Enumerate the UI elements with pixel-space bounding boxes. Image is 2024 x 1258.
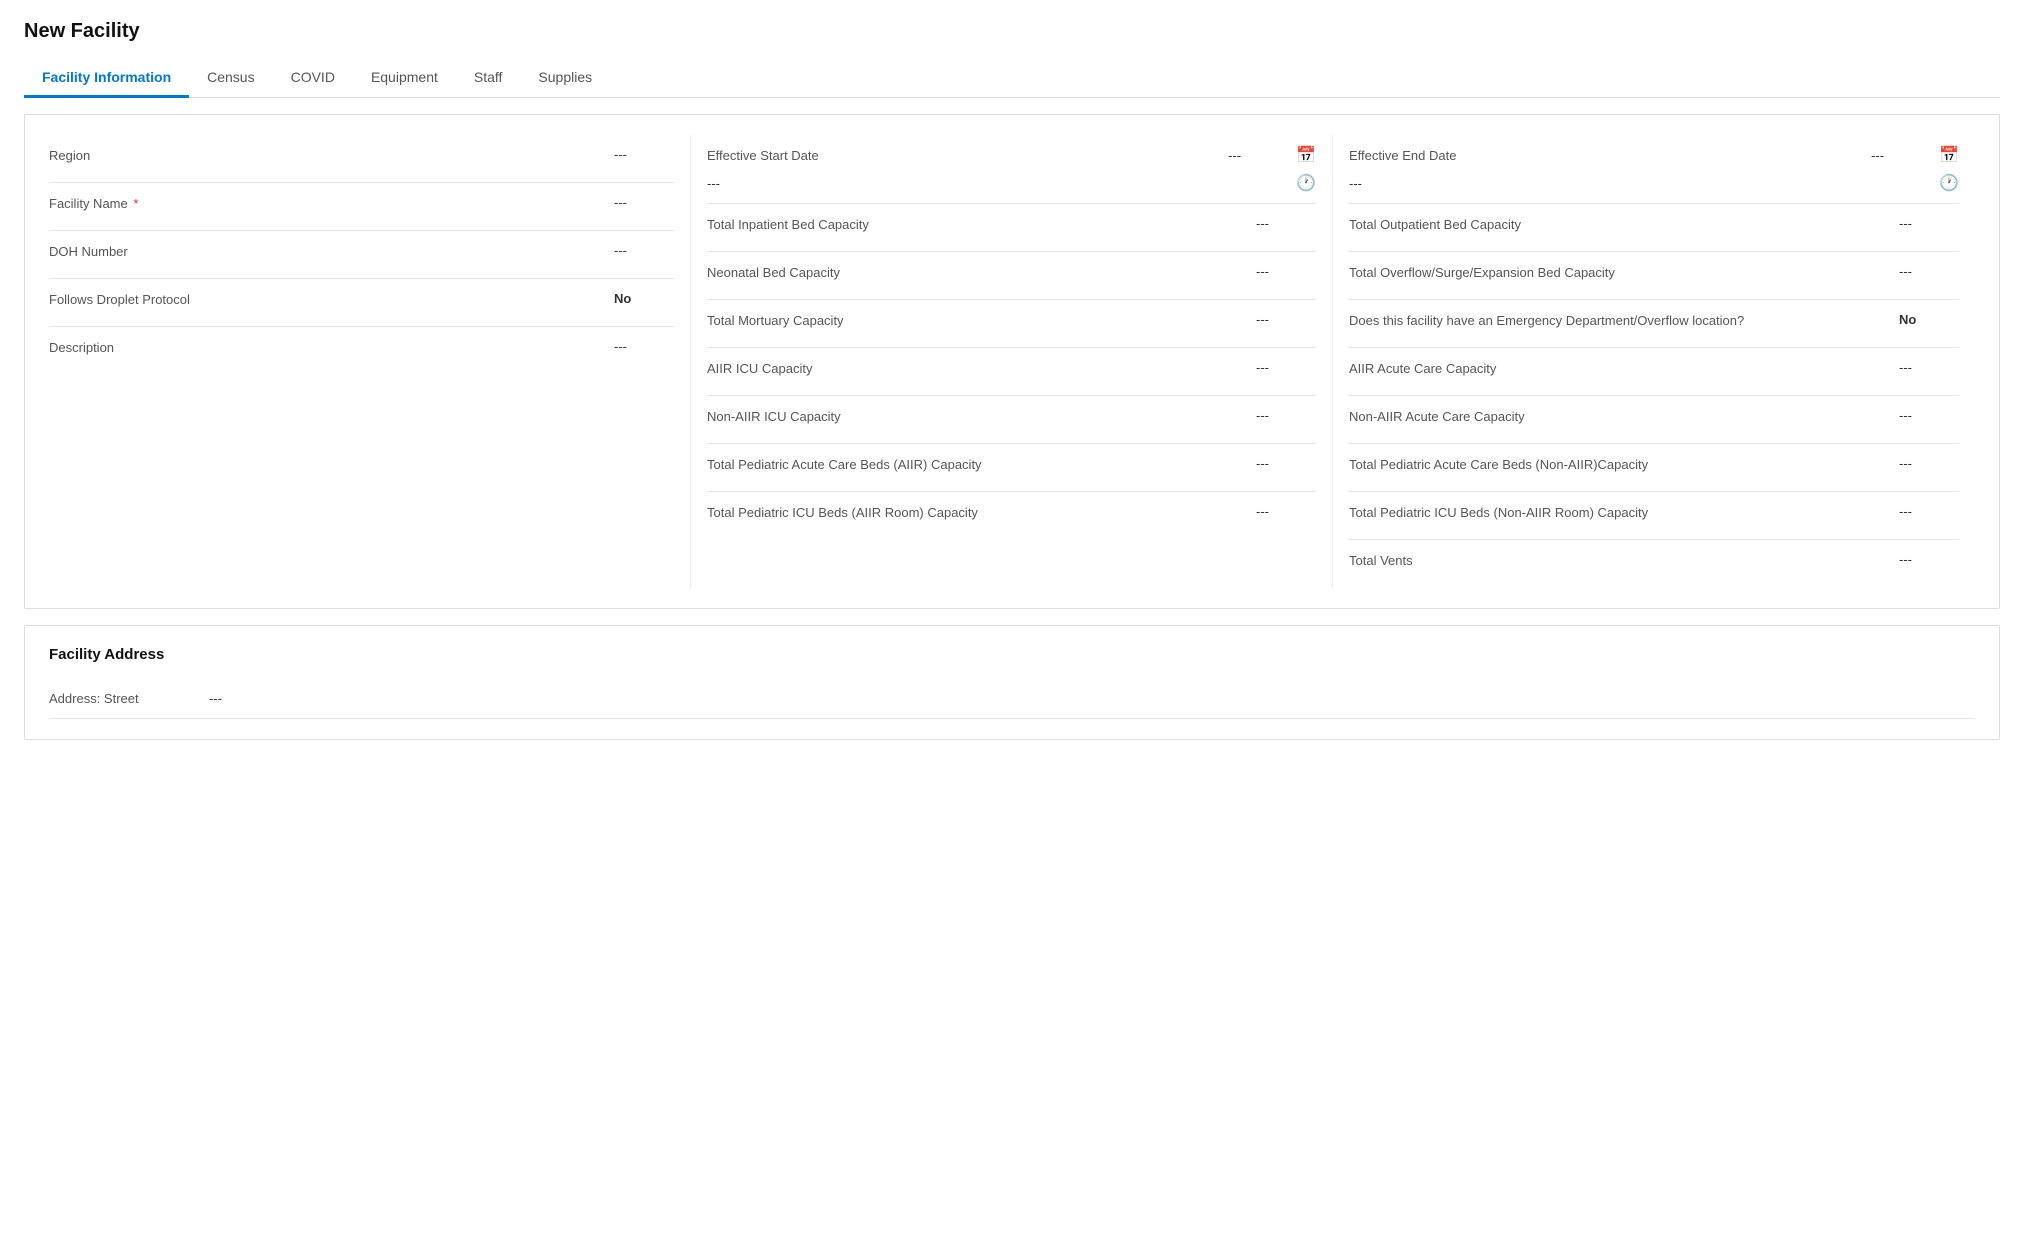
total-vents-value: --- (1899, 552, 1959, 567)
tab-covid[interactable]: COVID (273, 59, 353, 98)
doh-number-value: --- (614, 243, 674, 258)
total-mortuary-value: --- (1256, 312, 1316, 327)
effective-end-date-value: --- (1871, 148, 1931, 163)
doh-number-label: DOH Number (49, 243, 614, 261)
total-mortuary-label: Total Mortuary Capacity (707, 312, 1256, 330)
non-aiir-acute-care-row: Non-AIIR Acute Care Capacity --- (1349, 396, 1959, 444)
total-overflow-surge-label: Total Overflow/Surge/Expansion Bed Capac… (1349, 264, 1899, 282)
total-inpatient-bed-label: Total Inpatient Bed Capacity (707, 216, 1256, 234)
effective-start-date-group: Effective Start Date --- 📅 --- 🕐 (707, 135, 1316, 204)
total-vents-row: Total Vents --- (1349, 540, 1959, 588)
total-ped-icu-non-aiir-row: Total Pediatric ICU Beds (Non-AIIR Room)… (1349, 492, 1959, 540)
total-outpatient-bed-value: --- (1899, 216, 1959, 231)
effective-end-date-header: Effective End Date --- 📅 (1349, 135, 1959, 169)
total-ped-acute-aiir-row: Total Pediatric Acute Care Beds (AIIR) C… (707, 444, 1316, 492)
facility-name-row: Facility Name * --- (49, 183, 674, 231)
non-aiir-icu-row: Non-AIIR ICU Capacity --- (707, 396, 1316, 444)
total-ped-acute-non-aiir-label: Total Pediatric Acute Care Beds (Non-AII… (1349, 456, 1899, 474)
total-ped-icu-non-aiir-label: Total Pediatric ICU Beds (Non-AIIR Room)… (1349, 504, 1899, 522)
aiir-acute-care-row: AIIR Acute Care Capacity --- (1349, 348, 1959, 396)
total-ped-icu-aiir-label: Total Pediatric ICU Beds (AIIR Room) Cap… (707, 504, 1256, 522)
total-ped-acute-non-aiir-row: Total Pediatric Acute Care Beds (Non-AII… (1349, 444, 1959, 492)
region-row: Region --- (49, 135, 674, 183)
emergency-dept-row: Does this facility have an Emergency Dep… (1349, 300, 1959, 348)
total-ped-icu-non-aiir-value: --- (1899, 504, 1959, 519)
address-street-row: Address: Street --- (49, 679, 1975, 719)
region-value: --- (614, 147, 674, 162)
effective-end-time-row: --- 🕐 (1349, 169, 1959, 203)
facility-name-value: --- (614, 195, 674, 210)
total-mortuary-row: Total Mortuary Capacity --- (707, 300, 1316, 348)
droplet-protocol-label: Follows Droplet Protocol (49, 291, 614, 309)
description-row: Description --- (49, 327, 674, 375)
facility-name-label: Facility Name * (49, 195, 614, 213)
non-aiir-acute-care-label: Non-AIIR Acute Care Capacity (1349, 408, 1899, 426)
aiir-icu-value: --- (1256, 360, 1316, 375)
tab-bar: Facility Information Census COVID Equipm… (24, 59, 2000, 98)
total-ped-icu-aiir-row: Total Pediatric ICU Beds (AIIR Room) Cap… (707, 492, 1316, 540)
droplet-protocol-row: Follows Droplet Protocol No (49, 279, 674, 327)
calendar-icon-start[interactable]: 📅 (1296, 145, 1316, 165)
tab-census[interactable]: Census (189, 59, 272, 98)
emergency-dept-value: No (1899, 312, 1959, 327)
effective-end-date-group: Effective End Date --- 📅 --- 🕐 (1349, 135, 1959, 204)
effective-start-date-header: Effective Start Date --- 📅 (707, 135, 1316, 169)
total-ped-icu-aiir-value: --- (1256, 504, 1316, 519)
total-inpatient-bed-value: --- (1256, 216, 1316, 231)
aiir-acute-care-label: AIIR Acute Care Capacity (1349, 360, 1899, 378)
address-street-label: Address: Street (49, 691, 209, 706)
region-label: Region (49, 147, 614, 165)
non-aiir-icu-value: --- (1256, 408, 1316, 423)
droplet-protocol-value: No (614, 291, 674, 306)
doh-number-row: DOH Number --- (49, 231, 674, 279)
page-title: New Facility (24, 20, 2000, 43)
col3: Effective End Date --- 📅 --- 🕐 Total Out… (1333, 135, 1975, 588)
emergency-dept-label: Does this facility have an Emergency Dep… (1349, 312, 1899, 330)
neonatal-bed-value: --- (1256, 264, 1316, 279)
required-marker: * (130, 196, 139, 211)
total-ped-acute-aiir-label: Total Pediatric Acute Care Beds (AIIR) C… (707, 456, 1256, 474)
description-label: Description (49, 339, 614, 357)
neonatal-bed-label: Neonatal Bed Capacity (707, 264, 1256, 282)
total-overflow-surge-value: --- (1899, 264, 1959, 279)
aiir-icu-label: AIIR ICU Capacity (707, 360, 1256, 378)
facility-address-title: Facility Address (49, 646, 1975, 663)
total-vents-label: Total Vents (1349, 552, 1899, 570)
description-value: --- (614, 339, 674, 354)
col2: Effective Start Date --- 📅 --- 🕐 Total I… (691, 135, 1333, 588)
total-ped-acute-non-aiir-value: --- (1899, 456, 1959, 471)
effective-end-date-label: Effective End Date (1349, 148, 1871, 163)
effective-start-time-value: --- (707, 176, 1288, 191)
facility-info-card: Region --- Facility Name * --- DOH Numbe… (24, 114, 2000, 609)
total-outpatient-bed-row: Total Outpatient Bed Capacity --- (1349, 204, 1959, 252)
total-ped-acute-aiir-value: --- (1256, 456, 1316, 471)
neonatal-bed-row: Neonatal Bed Capacity --- (707, 252, 1316, 300)
effective-end-time-value: --- (1349, 176, 1931, 191)
effective-start-date-value: --- (1228, 148, 1288, 163)
col1: Region --- Facility Name * --- DOH Numbe… (49, 135, 691, 588)
effective-start-time-row: --- 🕐 (707, 169, 1316, 203)
effective-start-date-label: Effective Start Date (707, 148, 1228, 163)
tab-facility-information[interactable]: Facility Information (24, 59, 189, 98)
aiir-acute-care-value: --- (1899, 360, 1959, 375)
non-aiir-icu-label: Non-AIIR ICU Capacity (707, 408, 1256, 426)
total-outpatient-bed-label: Total Outpatient Bed Capacity (1349, 216, 1899, 234)
tab-staff[interactable]: Staff (456, 59, 521, 98)
facility-info-grid: Region --- Facility Name * --- DOH Numbe… (49, 135, 1975, 588)
clock-icon-start[interactable]: 🕐 (1296, 173, 1316, 193)
tab-equipment[interactable]: Equipment (353, 59, 456, 98)
calendar-icon-end[interactable]: 📅 (1939, 145, 1959, 165)
aiir-icu-row: AIIR ICU Capacity --- (707, 348, 1316, 396)
non-aiir-acute-care-value: --- (1899, 408, 1959, 423)
total-inpatient-bed-row: Total Inpatient Bed Capacity --- (707, 204, 1316, 252)
address-street-value: --- (209, 691, 222, 706)
total-overflow-surge-row: Total Overflow/Surge/Expansion Bed Capac… (1349, 252, 1959, 300)
tab-supplies[interactable]: Supplies (520, 59, 610, 98)
facility-address-card: Facility Address Address: Street --- (24, 625, 2000, 740)
clock-icon-end[interactable]: 🕐 (1939, 173, 1959, 193)
